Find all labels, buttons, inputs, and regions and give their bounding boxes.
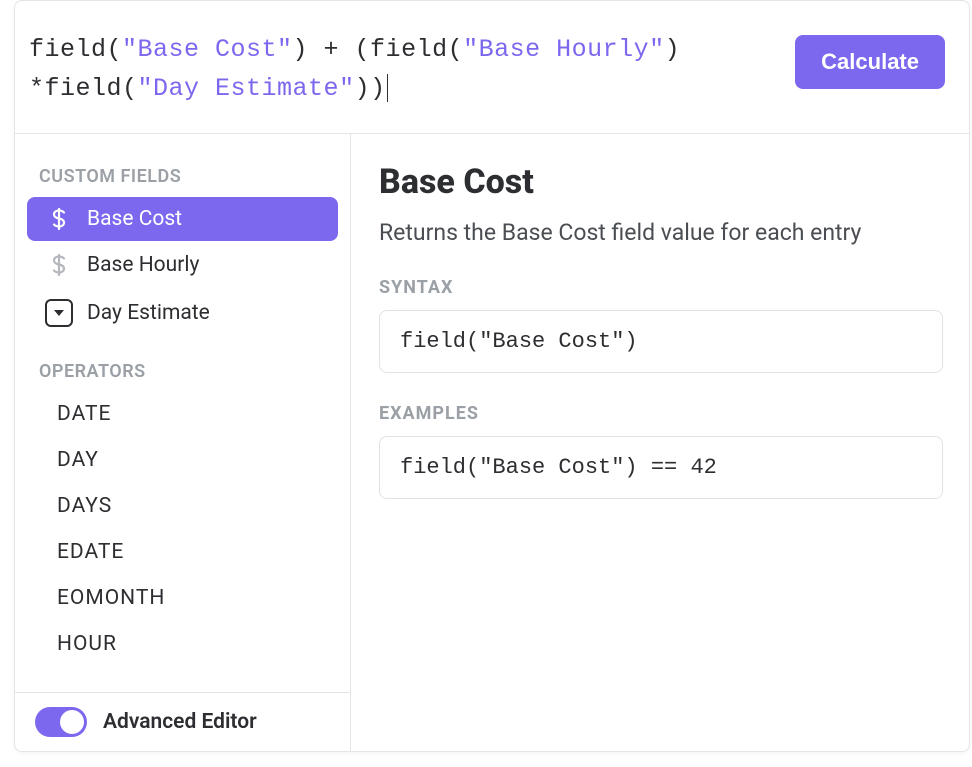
field-item-label: Day Estimate [87, 301, 210, 325]
syntax-code: field("Base Cost") [379, 310, 943, 373]
details-pane: Base Cost Returns the Base Cost field va… [351, 134, 969, 752]
operator-item-date[interactable]: DATE [27, 392, 338, 436]
operator-item-day[interactable]: DAY [27, 438, 338, 482]
formula-editor-panel: field("Base Cost") + (field("Base Hourly… [14, 0, 970, 752]
formula-token: )) [355, 74, 386, 103]
sidebar: CUSTOM FIELDS Base Cost Base Hourly [15, 134, 351, 752]
custom-fields-header: CUSTOM FIELDS [15, 156, 350, 195]
formula-bar: field("Base Cost") + (field("Base Hourly… [15, 1, 969, 134]
syntax-label: SYNTAX [379, 277, 943, 298]
formula-string-token: "Day Estimate" [138, 74, 355, 103]
formula-string-token: "Base Cost" [122, 35, 293, 64]
operator-item-edate[interactable]: EDATE [27, 530, 338, 574]
formula-token: ) [665, 35, 681, 64]
field-item-label: Base Hourly [87, 253, 199, 277]
formula-token: *field( [29, 74, 138, 103]
sidebar-scroll: CUSTOM FIELDS Base Cost Base Hourly [15, 134, 350, 693]
examples-code: field("Base Cost") == 42 [379, 436, 943, 499]
details-title: Base Cost [379, 162, 943, 202]
examples-label: EXAMPLES [379, 403, 943, 424]
formula-token: ) + (field( [293, 35, 464, 64]
dollar-icon [45, 254, 73, 276]
advanced-editor-toggle[interactable] [35, 707, 87, 737]
calculate-button[interactable]: Calculate [795, 35, 945, 89]
operator-item-eomonth[interactable]: EOMONTH [27, 576, 338, 620]
operator-item-days[interactable]: DAYS [27, 484, 338, 528]
sidebar-footer: Advanced Editor [15, 692, 350, 751]
field-item-day-estimate[interactable]: Day Estimate [27, 289, 338, 337]
editor-body: CUSTOM FIELDS Base Cost Base Hourly [15, 134, 969, 752]
field-item-label: Base Cost [87, 207, 182, 231]
toggle-knob [60, 710, 84, 734]
formula-input[interactable]: field("Base Cost") + (field("Base Hourly… [29, 31, 795, 109]
formula-token: field( [29, 35, 122, 64]
dollar-icon [45, 208, 73, 230]
operator-item-hour[interactable]: HOUR [27, 622, 338, 666]
operators-header: OPERATORS [15, 351, 350, 390]
field-item-base-hourly[interactable]: Base Hourly [27, 243, 338, 287]
dropdown-box-icon [45, 299, 73, 327]
advanced-editor-label: Advanced Editor [103, 710, 257, 734]
field-item-base-cost[interactable]: Base Cost [27, 197, 338, 241]
formula-string-token: "Base Hourly" [463, 35, 665, 64]
text-cursor [387, 74, 388, 102]
details-description: Returns the Base Cost field value for ea… [379, 216, 943, 249]
